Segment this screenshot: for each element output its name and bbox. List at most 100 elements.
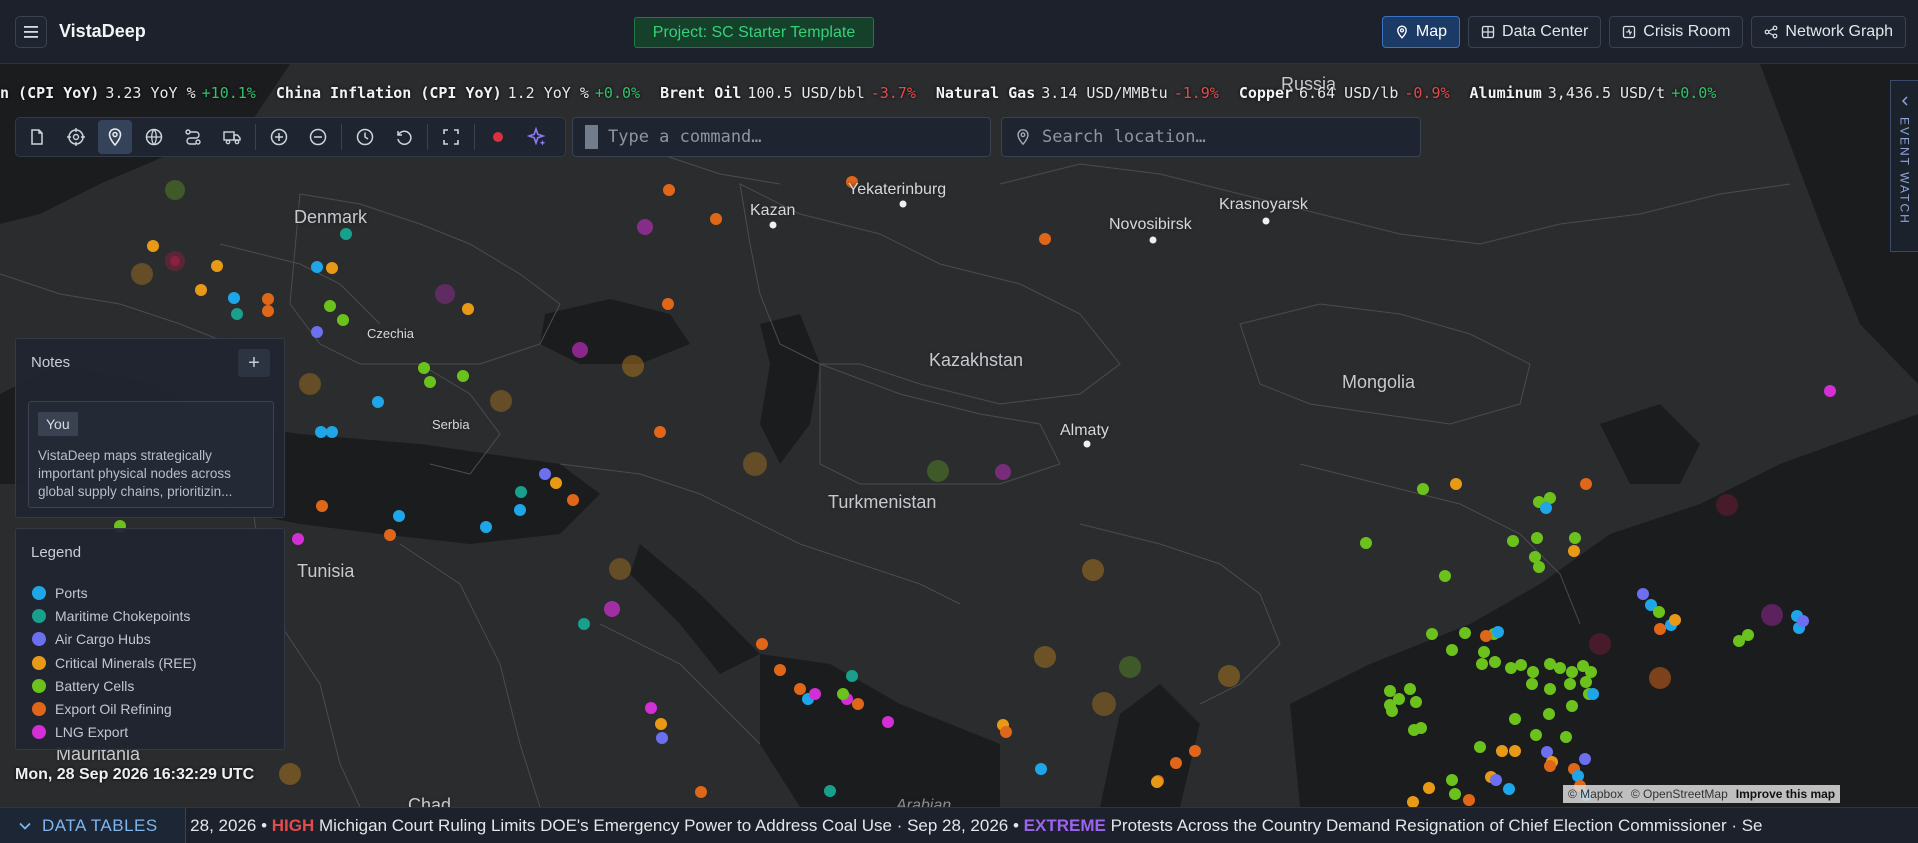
label-serbia: Serbia [432, 417, 470, 432]
legend-list: Ports Maritime Chokepoints Air Cargo Hubs C… [32, 581, 197, 744]
legend-item[interactable]: Maritime Chokepoints [32, 604, 197, 627]
brand-title: VistaDeep [59, 21, 146, 41]
ticker-value: 3,436.5 USD/t [1547, 84, 1666, 102]
nav-data-center-button[interactable]: Data Center [1468, 16, 1602, 48]
map-pin-icon [1017, 129, 1029, 146]
ticker-value: 6.64 USD/lb [1299, 84, 1399, 102]
fullscreen-icon [443, 129, 459, 145]
fullscreen-button[interactable] [434, 120, 468, 154]
nav-data-center-label: Data Center [1502, 23, 1589, 40]
ai-assistant-button[interactable] [520, 120, 554, 154]
map-attribution: © Mapbox © OpenStreetMap Improve this ma… [1563, 785, 1841, 803]
globe-button[interactable] [137, 120, 171, 154]
ticker-name: n (CPI YoY) [0, 84, 100, 102]
command-input[interactable]: Type a command… [572, 117, 991, 157]
zoom-out-icon [309, 128, 327, 146]
ticker-change: +10.1% [201, 84, 256, 102]
map-pin-icon [108, 128, 122, 147]
main-nav: Map Data Center Crisis Room Network Grap… [1381, 16, 1906, 48]
legend-label: Air Cargo Hubs [55, 631, 151, 648]
improve-map-link[interactable]: Improve this map [1736, 787, 1835, 801]
location-search-input[interactable]: Search location… [1001, 117, 1421, 157]
pin-mode-button[interactable] [98, 120, 132, 154]
legend-swatch [32, 678, 46, 693]
bottom-bar: p 28, 2026 • HIGH Michigan Court Ruling … [0, 807, 1918, 843]
crisis-icon [1623, 25, 1636, 39]
ticker-value: 3.23 YoY % [105, 84, 196, 102]
ai-sparkle-icon [527, 127, 546, 146]
legend-item[interactable]: Battery Cells [32, 674, 197, 697]
nav-crisis-room-button[interactable]: Crisis Room [1609, 16, 1744, 48]
legend-swatch [32, 655, 46, 670]
grid-icon [1481, 25, 1495, 39]
label-krasnoyarsk: Krasnoyarsk [1219, 196, 1308, 213]
news-severity-extreme: EXTREME [1023, 816, 1106, 835]
label-tunisia: Tunisia [297, 561, 355, 581]
ticker-name: Aluminum [1469, 84, 1542, 102]
label-yekaterinburg: Yekaterinburg [848, 181, 947, 198]
reset-icon [397, 130, 412, 145]
zoom-in-button[interactable] [262, 120, 296, 154]
reset-button[interactable] [387, 120, 421, 154]
app-window: VistaDeep Project: SC Starter Template M… [0, 0, 1918, 843]
event-watch-tab[interactable]: EVENT WATCH [1890, 80, 1918, 252]
input-caret [585, 125, 598, 149]
ticker-item[interactable]: Natural Gas 3.14 USD/MMBtu -1.9% [936, 84, 1219, 102]
legend-item[interactable]: Export Oil Refining [32, 697, 197, 720]
news-headline[interactable]: Michigan Court Ruling Limits DOE's Emerg… [319, 816, 1019, 835]
label-denmark: Denmark [294, 207, 368, 227]
ticker-item[interactable]: Aluminum 3,436.5 USD/t +0.0% [1470, 84, 1717, 102]
network-icon [1765, 25, 1778, 39]
nav-map-button[interactable]: Map [1381, 16, 1461, 48]
legend-swatch [32, 702, 46, 717]
map-canvas[interactable]: Russia Denmark Kazan Yekaterinburg Novos… [0, 64, 1918, 815]
ticker-change: +0.0% [1671, 84, 1717, 102]
project-badge[interactable]: Project: SC Starter Template [634, 17, 874, 48]
history-icon [356, 128, 374, 146]
add-note-button[interactable]: + [238, 349, 270, 377]
ticker-change: -1.9% [1173, 84, 1219, 102]
ticker-item[interactable]: n (CPI YoY) 3.23 YoY % +10.1% [0, 84, 256, 102]
history-button[interactable] [348, 120, 382, 154]
new-page-icon [31, 129, 43, 145]
news-headline[interactable]: Protests Across the Country Demand Resig… [1111, 816, 1763, 835]
ticker-item[interactable]: China Inflation (CPI YoY) 1.2 YoY % +0.0% [276, 84, 640, 102]
osm-attribution-link[interactable]: © OpenStreetMap [1631, 787, 1728, 801]
route-button[interactable] [176, 120, 210, 154]
legend-label: Critical Minerals (REE) [55, 654, 197, 671]
nav-network-graph-button[interactable]: Network Graph [1751, 16, 1906, 48]
legend-swatch [32, 632, 46, 647]
ticker-name: Natural Gas [935, 84, 1036, 102]
note-card[interactable]: You VistaDeep maps strategically importa… [28, 401, 274, 508]
news-severity-high: HIGH [271, 816, 315, 835]
menu-button[interactable] [15, 16, 47, 48]
market-ticker: n (CPI YoY) 3.23 YoY % +10.1% China Inflati… [0, 80, 1885, 108]
legend-item[interactable]: Air Cargo Hubs [32, 628, 197, 651]
label-almaty: Almaty [1060, 422, 1109, 439]
route-icon [185, 129, 201, 145]
map-basemap [0, 64, 1918, 807]
record-button[interactable] [481, 120, 515, 154]
notes-panel: Notes + You VistaDeep maps strategically… [15, 338, 285, 518]
new-page-button[interactable] [20, 120, 54, 154]
legend-item[interactable]: LNG Export [32, 721, 197, 744]
label-kazakhstan: Kazakhstan [929, 350, 1024, 370]
nav-network-graph-label: Network Graph [1785, 23, 1893, 40]
data-tables-toggle[interactable]: DATA TABLES [0, 808, 186, 843]
legend-label: Battery Cells [55, 677, 135, 694]
ticker-item[interactable]: Copper 6.64 USD/lb -0.9% [1239, 84, 1450, 102]
map-city-dots [769, 200, 1270, 448]
note-text: VistaDeep maps strategically important p… [38, 448, 233, 499]
ticker-name: China Inflation (CPI YoY) [275, 84, 502, 102]
legend-item[interactable]: Critical Minerals (REE) [32, 651, 197, 674]
zoom-out-button[interactable] [301, 120, 335, 154]
mapbox-attribution-link[interactable]: © Mapbox [1568, 787, 1623, 801]
target-button[interactable] [59, 120, 93, 154]
legend-item[interactable]: Ports [32, 581, 197, 604]
ticker-item[interactable]: Brent Oil 100.5 USD/bbl -3.7% [660, 84, 916, 102]
command-placeholder: Type a command… [608, 127, 762, 147]
label-novosibirsk: Novosibirsk [1109, 216, 1192, 233]
legend-label: Ports [55, 584, 88, 601]
location-placeholder: Search location… [1042, 127, 1206, 147]
logistics-button[interactable] [215, 120, 249, 154]
